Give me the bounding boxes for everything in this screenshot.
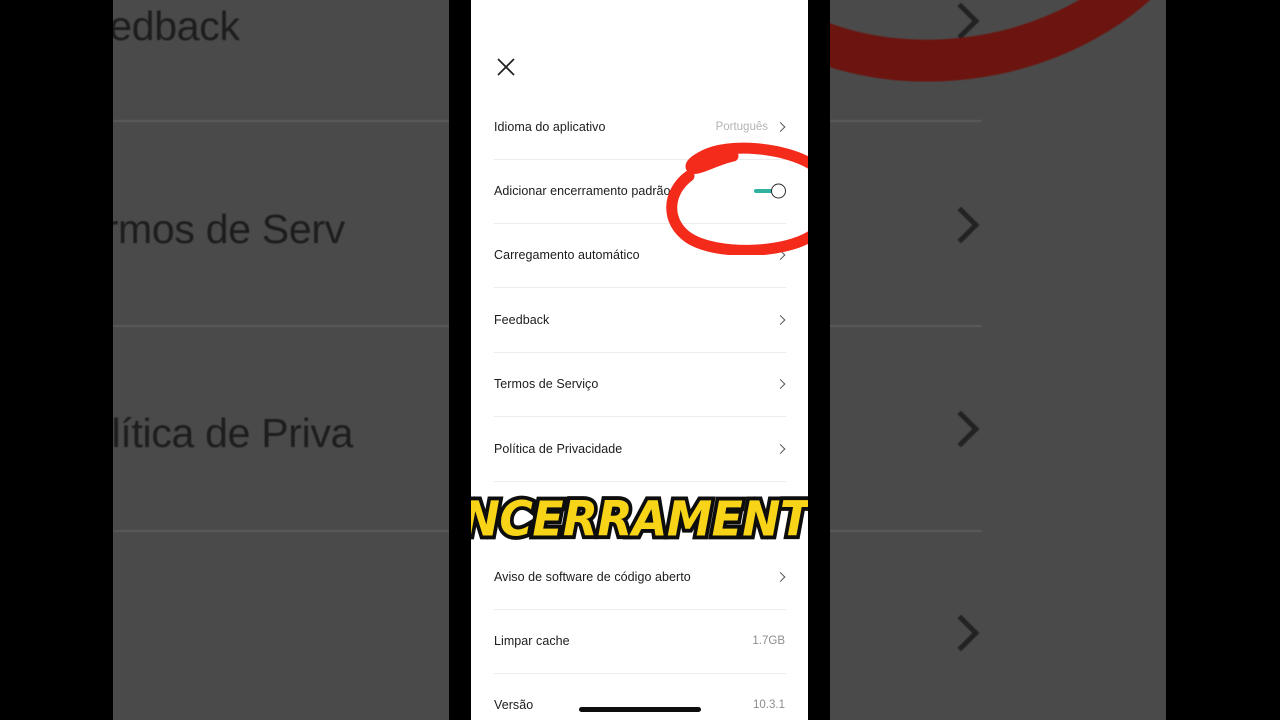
bg-chevron-icon: [942, 410, 980, 448]
bg-chevron-icon: [942, 614, 980, 652]
chevron-right-icon: [775, 572, 786, 582]
screen-root: Carregamento a Feedback Termos de Serv P…: [0, 0, 1280, 720]
row-label: Idioma do aplicativo: [494, 120, 606, 134]
divider: [494, 481, 786, 482]
settings-row-aviso-software-codigo-aberto[interactable]: Aviso de software de código aberto: [471, 545, 808, 609]
letterbox-right: [1166, 0, 1280, 720]
row-label: Aviso de software de código aberto: [494, 570, 691, 584]
row-value-language: Português: [715, 121, 768, 133]
settings-row-limpar-cache[interactable]: Limpar cache 1.7GB: [471, 609, 808, 673]
phone-gap-right: [808, 0, 830, 720]
caption-text: ENCERRAMENTO: [471, 488, 808, 552]
chevron-right-icon: [775, 379, 786, 389]
chevron-right-icon: [775, 250, 786, 260]
close-icon[interactable]: [494, 55, 518, 79]
phone-gap-left: [449, 0, 471, 720]
row-value-cache-size: 1.7GB: [752, 635, 785, 647]
caption-overlay: ENCERRAMENTO: [471, 488, 808, 552]
chevron-right-icon: [775, 444, 786, 454]
row-label: Carregamento automático: [494, 248, 640, 262]
bg-label-termos: Termos de Serv: [113, 206, 345, 252]
settings-row-idioma[interactable]: Idioma do aplicativo Português: [471, 95, 808, 159]
row-label: Adicionar encerramento padrão: [494, 184, 671, 198]
bg-label-feedback: Feedback: [113, 3, 240, 49]
home-indicator[interactable]: [578, 707, 701, 712]
row-value-version: 10.3.1: [753, 699, 785, 711]
letterbox-left: [0, 0, 113, 720]
bg-label-politica: Política de Priva: [113, 410, 354, 456]
settings-row-versao: Versão 10.3.1: [471, 673, 808, 720]
default-ending-toggle[interactable]: [754, 182, 786, 200]
phone-screen: Idioma do aplicativo Português Adicionar…: [471, 0, 808, 720]
row-label: Feedback: [494, 313, 550, 327]
row-label: Versão: [494, 698, 534, 712]
settings-row-carregamento-automatico[interactable]: Carregamento automático: [471, 223, 808, 287]
row-label: Política de Privacidade: [494, 442, 623, 456]
settings-row-termos-de-servico[interactable]: Termos de Serviço: [471, 352, 808, 416]
row-label: Termos de Serviço: [494, 377, 599, 391]
row-label: Limpar cache: [494, 634, 570, 648]
settings-row-politica-de-privacidade[interactable]: Política de Privacidade: [471, 417, 808, 481]
settings-row-encerramento-padrao[interactable]: Adicionar encerramento padrão: [471, 159, 808, 223]
settings-row-feedback[interactable]: Feedback: [471, 288, 808, 352]
bg-chevron-icon: [942, 206, 980, 244]
chevron-right-icon: [775, 122, 786, 132]
toggle-knob: [771, 183, 786, 199]
chevron-right-icon: [775, 315, 786, 325]
